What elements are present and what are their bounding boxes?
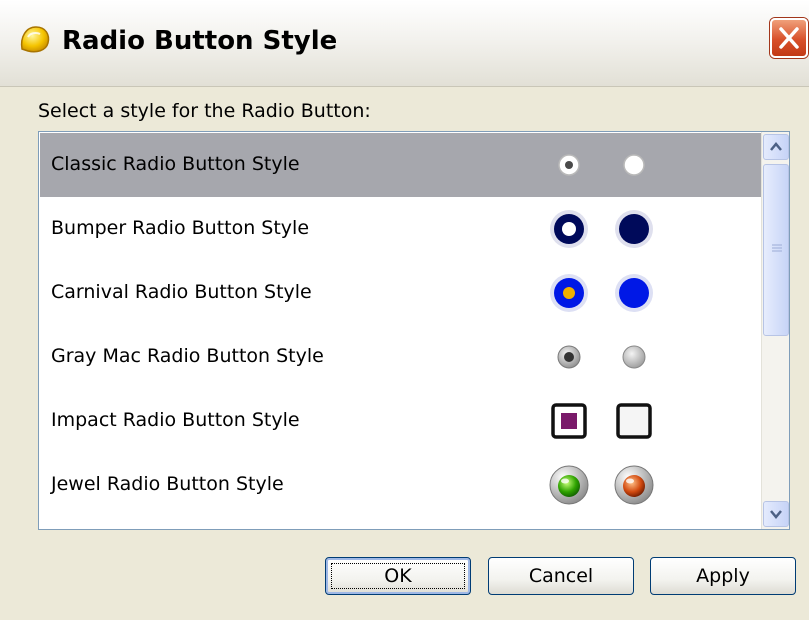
scroll-up-button[interactable] xyxy=(763,134,789,160)
close-button[interactable] xyxy=(770,18,808,58)
vertical-scrollbar[interactable] xyxy=(761,132,789,529)
list-item-gray-mac[interactable]: Gray Mac Radio Button Style xyxy=(40,325,761,389)
window-title: Radio Button Style xyxy=(62,26,338,56)
classic-radio-selected-icon xyxy=(558,154,580,176)
list-item-label: Carnival Radio Button Style xyxy=(51,281,312,303)
close-icon xyxy=(779,27,799,49)
scroll-thumb[interactable] xyxy=(763,164,789,336)
scroll-down-button[interactable] xyxy=(763,501,789,527)
bumper-radio-unselected-icon xyxy=(615,210,653,248)
list-item-jewel[interactable]: Jewel Radio Button Style xyxy=(40,453,761,517)
list-item-label: Gray Mac Radio Button Style xyxy=(51,345,324,367)
impact-radio-unselected-icon xyxy=(616,403,652,439)
focus-ring xyxy=(331,563,465,589)
list-item-label: Jewel Radio Button Style xyxy=(51,473,284,495)
carnival-radio-unselected-icon xyxy=(615,274,653,312)
chevron-up-icon xyxy=(770,142,782,151)
style-list[interactable]: Classic Radio Button Style Bumper Radio … xyxy=(38,131,790,530)
chevron-down-icon xyxy=(770,510,782,519)
jewel-radio-selected-icon xyxy=(549,465,589,505)
apply-button-label: Apply xyxy=(696,565,750,587)
bumper-radio-selected-icon xyxy=(550,210,588,248)
list-item-label: Classic Radio Button Style xyxy=(51,153,300,175)
list-item-bumper[interactable]: Bumper Radio Button Style xyxy=(40,197,761,261)
instruction-label: Select a style for the Radio Button: xyxy=(38,100,371,122)
list-item-carnival[interactable]: Carnival Radio Button Style xyxy=(40,261,761,325)
gray-mac-radio-unselected-icon xyxy=(622,345,646,369)
classic-radio-unselected-icon xyxy=(623,154,645,176)
list-item-label: Bumper Radio Button Style xyxy=(51,217,310,239)
cancel-button-label: Cancel xyxy=(528,565,594,587)
grip-icon xyxy=(772,244,782,252)
gray-mac-radio-selected-icon xyxy=(557,345,581,369)
impact-radio-selected-icon xyxy=(551,403,587,439)
apply-button[interactable]: Apply xyxy=(650,557,796,595)
radio-button-style-dialog: Radio Button Style Select a style for th… xyxy=(0,0,809,620)
list-item-classic[interactable]: Classic Radio Button Style xyxy=(40,133,761,197)
title-bar[interactable]: Radio Button Style xyxy=(0,0,809,87)
list-item-label: Impact Radio Button Style xyxy=(51,409,300,431)
carnival-radio-selected-icon xyxy=(550,274,588,312)
list-item-impact[interactable]: Impact Radio Button Style xyxy=(40,389,761,453)
ok-button[interactable]: OK xyxy=(325,557,471,595)
jewel-radio-unselected-icon xyxy=(614,465,654,505)
app-icon xyxy=(20,26,50,53)
cancel-button[interactable]: Cancel xyxy=(488,557,634,595)
